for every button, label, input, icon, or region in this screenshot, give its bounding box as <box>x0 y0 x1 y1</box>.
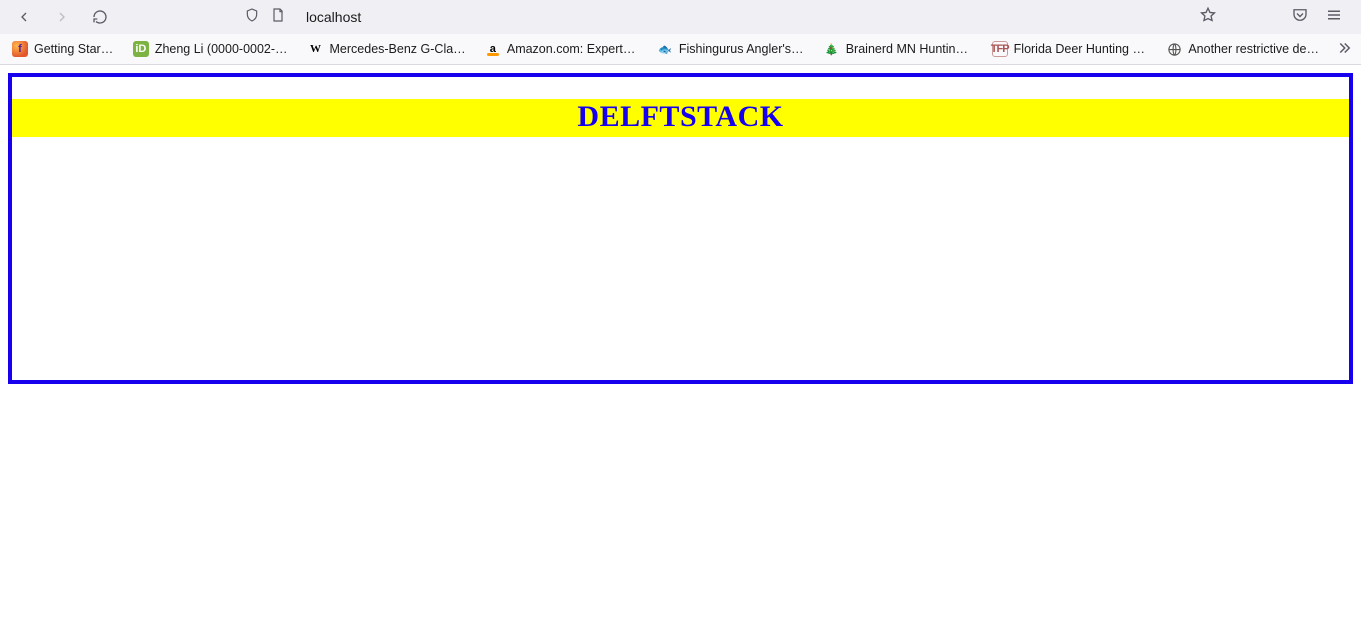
page-icon <box>270 7 286 28</box>
toolbar-right-icons <box>1227 6 1353 29</box>
fish-icon: 🐟 <box>657 41 673 57</box>
url-bar[interactable]: localhost <box>302 9 1193 25</box>
bordered-container: DELFTSTACK <box>8 73 1353 384</box>
bookmarks-overflow-button[interactable] <box>1335 39 1353 60</box>
bookmark-item[interactable]: a Amazon.com: ExpertP… <box>481 39 643 59</box>
heading-banner: DELFTSTACK <box>12 99 1349 137</box>
deer-icon: TFP <box>992 41 1008 57</box>
url-end-icons <box>1199 6 1221 29</box>
wikipedia-icon: W <box>308 41 324 57</box>
bookmark-label: Mercedes-Benz G-Clas… <box>330 42 467 56</box>
tree-icon: 🎄 <box>824 41 840 57</box>
orcid-icon: iD <box>133 41 149 57</box>
bookmark-label: Fishingurus Angler's I… <box>679 42 806 56</box>
forward-button[interactable] <box>46 3 78 31</box>
bookmark-item[interactable]: iD Zheng Li (0000-0002-3… <box>129 39 294 59</box>
bookmark-item[interactable]: f Getting Started <box>8 39 119 59</box>
shield-icon <box>244 7 260 28</box>
navigation-toolbar: localhost <box>0 0 1361 34</box>
back-button[interactable] <box>8 3 40 31</box>
bookmark-label: Another restrictive dee… <box>1188 42 1321 56</box>
bookmark-star-icon[interactable] <box>1199 6 1217 29</box>
pocket-icon[interactable] <box>1291 6 1309 29</box>
reload-button[interactable] <box>84 3 116 31</box>
globe-icon <box>1166 41 1182 57</box>
amazon-icon: a <box>485 41 501 57</box>
bookmark-item[interactable]: W Mercedes-Benz G-Clas… <box>304 39 471 59</box>
bookmark-item[interactable]: TFP Florida Deer Hunting S… <box>988 39 1153 59</box>
bookmark-label: Getting Started <box>34 42 115 56</box>
firefox-icon: f <box>12 41 28 57</box>
bookmarks-bar: f Getting Started iD Zheng Li (0000-0002… <box>0 34 1361 64</box>
page-heading: DELFTSTACK <box>577 100 783 133</box>
bookmark-item[interactable]: 🐟 Fishingurus Angler's I… <box>653 39 810 59</box>
bookmark-label: Amazon.com: ExpertP… <box>507 42 639 56</box>
bookmark-item[interactable]: Another restrictive dee… <box>1162 39 1325 59</box>
browser-chrome: localhost f Getting Started iD Zheng Li … <box>0 0 1361 65</box>
menu-icon[interactable] <box>1325 6 1343 29</box>
url-security-icons[interactable] <box>232 7 296 28</box>
page-viewport: DELFTSTACK <box>0 65 1361 392</box>
bookmark-label: Florida Deer Hunting S… <box>1014 42 1149 56</box>
bookmark-label: Zheng Li (0000-0002-3… <box>155 42 290 56</box>
bookmark-item[interactable]: 🎄 Brainerd MN Hunting … <box>820 39 978 59</box>
bookmark-label: Brainerd MN Hunting … <box>846 42 974 56</box>
